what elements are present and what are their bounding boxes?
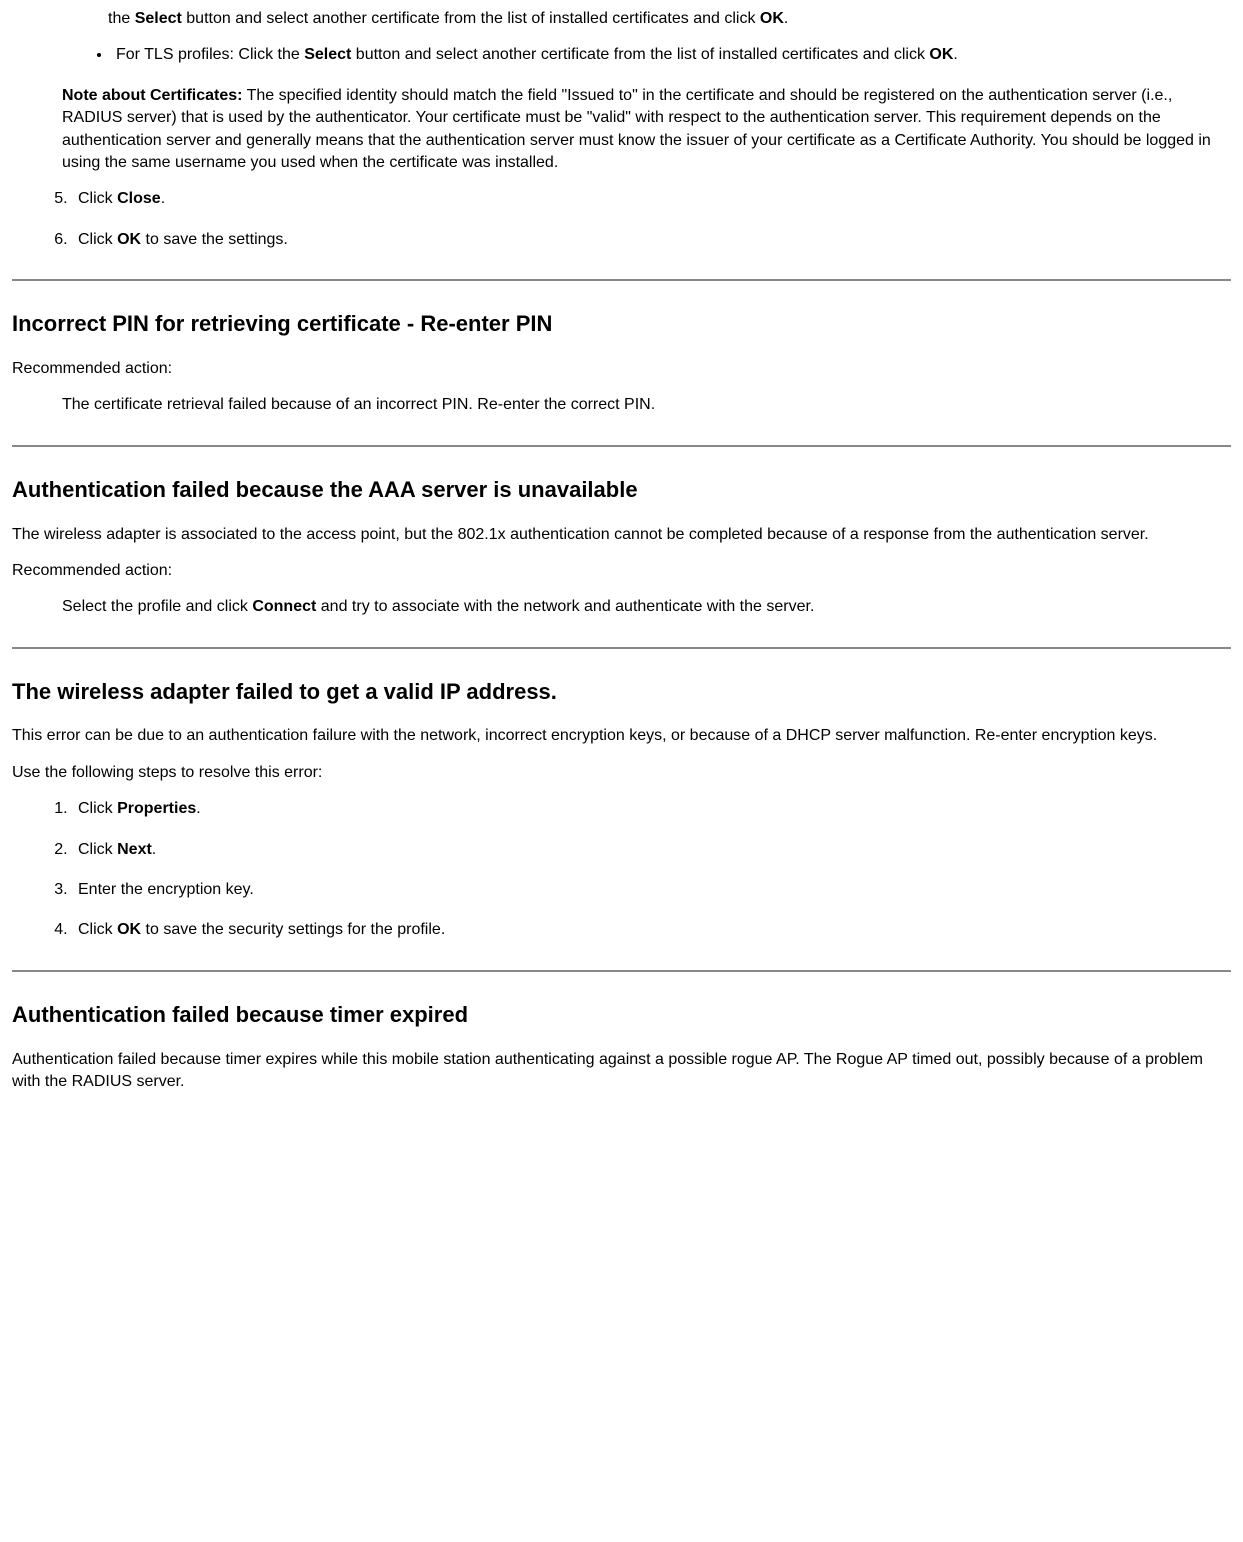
heading-incorrect-pin: Incorrect PIN for retrieving certificate… (12, 309, 1231, 340)
bold: OK (929, 46, 953, 63)
bold: Select (304, 46, 351, 63)
recommended-action-body: Select the profile and click Connect and… (62, 596, 1231, 618)
bold: Close (117, 190, 161, 207)
bold: Connect (252, 598, 316, 615)
text: . (784, 10, 788, 27)
text: Enter the encryption key. (78, 881, 254, 898)
step-1: Click Properties. (72, 798, 1231, 820)
text: button and select another certificate fr… (351, 46, 929, 63)
step-5: Click Close. (72, 188, 1231, 210)
body-text: Authentication failed because timer expi… (12, 1049, 1231, 1094)
divider (12, 647, 1231, 649)
text: . (161, 190, 165, 207)
step-2: Click Next. (72, 839, 1231, 861)
text: . (196, 800, 200, 817)
step-4: Click OK to save the security settings f… (72, 919, 1231, 941)
text: For TLS profiles: Click the (116, 46, 304, 63)
text: and try to associate with the network an… (316, 598, 814, 615)
continued-text: the Select button and select another cer… (108, 8, 1231, 30)
text: . (152, 841, 156, 858)
text: Click (78, 800, 117, 817)
text: . (953, 46, 957, 63)
bold: OK (117, 231, 141, 248)
recommended-action-body: The certificate retrieval failed because… (62, 394, 1231, 416)
text: Click (78, 921, 117, 938)
step-3: Enter the encryption key. (72, 879, 1231, 901)
steps-label: Use the following steps to resolve this … (12, 762, 1231, 784)
bold: OK (117, 921, 141, 938)
bullet-list: For TLS profiles: Click the Select butto… (12, 44, 1231, 66)
heading-timer-expired: Authentication failed because timer expi… (12, 1000, 1231, 1031)
divider (12, 445, 1231, 447)
divider (12, 970, 1231, 972)
bold: OK (760, 10, 784, 27)
text: the (108, 10, 135, 27)
ordered-steps-continued: Click Close. Click OK to save the settin… (12, 188, 1231, 251)
text: button and select another certificate fr… (182, 10, 760, 27)
recommended-action-label: Recommended action: (12, 358, 1231, 380)
text: Click (78, 231, 117, 248)
text: Click (78, 841, 117, 858)
bold: Properties (117, 800, 196, 817)
text: Click (78, 190, 117, 207)
recommended-action-label: Recommended action: (12, 560, 1231, 582)
intro-text: The wireless adapter is associated to th… (12, 524, 1231, 546)
heading-valid-ip: The wireless adapter failed to get a val… (12, 677, 1231, 708)
step-6: Click OK to save the settings. (72, 229, 1231, 251)
note-certificates: Note about Certificates: The specified i… (62, 85, 1231, 175)
ordered-steps-ip: Click Properties. Click Next. Enter the … (12, 798, 1231, 942)
bold: Note about Certificates: (62, 87, 242, 104)
text: to save the security settings for the pr… (141, 921, 445, 938)
text: to save the settings. (141, 231, 288, 248)
intro-text: This error can be due to an authenticati… (12, 725, 1231, 747)
text: Select the profile and click (62, 598, 252, 615)
heading-aaa-unavailable: Authentication failed because the AAA se… (12, 475, 1231, 506)
bullet-item: For TLS profiles: Click the Select butto… (112, 44, 1231, 66)
divider (12, 279, 1231, 281)
bold: Next (117, 841, 152, 858)
bold: Select (135, 10, 182, 27)
